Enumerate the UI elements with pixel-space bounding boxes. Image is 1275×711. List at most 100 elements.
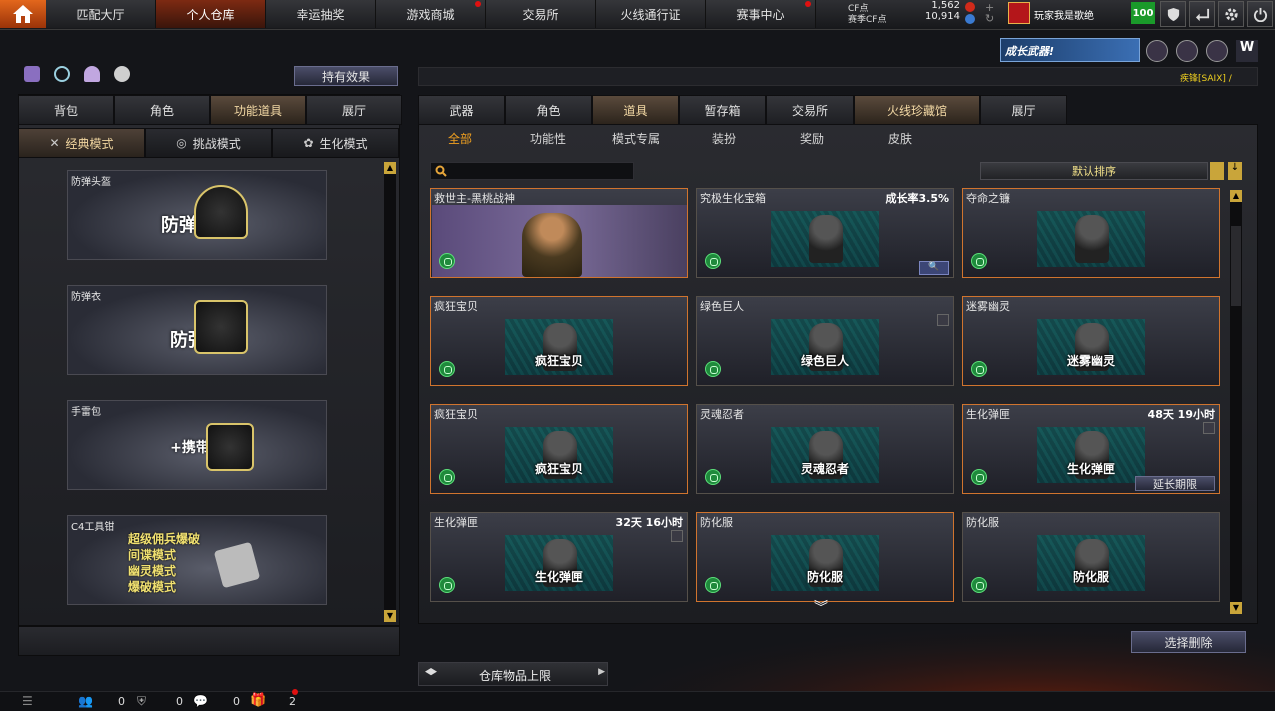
search-icon xyxy=(435,165,447,177)
inventory-item[interactable]: 夺命之镰 xyxy=(962,188,1220,278)
left-item-card[interactable]: 防弹头盔防弹头盔 xyxy=(67,170,327,260)
chat-icon[interactable]: 💬 xyxy=(193,694,208,708)
left-item-card[interactable]: 防弹衣防弹衣 xyxy=(67,285,327,375)
search-input[interactable] xyxy=(430,162,634,180)
left-tab-2[interactable]: 功能道具 xyxy=(210,95,306,125)
trash-icon[interactable] xyxy=(937,314,949,326)
menu-icon[interactable]: ☰ xyxy=(22,694,33,708)
zombie-mode-icon xyxy=(705,469,721,485)
mode-tab-0[interactable]: ✕ 经典模式 xyxy=(18,128,145,158)
trash-icon[interactable] xyxy=(1203,422,1215,434)
mode-line: 幽灵模式 xyxy=(128,564,177,578)
right-scrollbar[interactable]: ▲ ▼ xyxy=(1230,190,1242,614)
subtab-2[interactable]: 模式专属 xyxy=(601,130,671,147)
mode-tab-2[interactable]: ✿ 生化模式 xyxy=(272,128,399,158)
select-delete-button[interactable]: 选择删除 xyxy=(1131,631,1246,653)
subtab-0[interactable]: 全部 xyxy=(425,130,495,147)
mode-label: 经典模式 xyxy=(65,136,114,151)
grid-scroll-down[interactable]: ▼ xyxy=(1230,602,1242,614)
left-item-card[interactable]: 手雷包 +携带数 xyxy=(67,400,327,490)
event-icon[interactable] xyxy=(1146,40,1168,62)
list-view-icon[interactable] xyxy=(1210,162,1224,180)
nav-tab-5[interactable]: 火线通行证 xyxy=(596,0,706,28)
pet-icon[interactable] xyxy=(114,66,130,82)
zombie-mode-icon xyxy=(439,577,455,593)
scroll-down-arrow[interactable]: ▼ xyxy=(384,610,396,622)
power-button[interactable] xyxy=(1247,1,1273,27)
sort-dropdown[interactable]: 默认排序 xyxy=(980,162,1208,180)
right-tab-0[interactable]: 武器 xyxy=(418,95,505,125)
item-time: 48天 19小时 xyxy=(1147,408,1215,421)
left-item-card[interactable]: C4工具钳 超级佣兵爆破 间谍模式 幽灵模式 爆破模式 xyxy=(67,515,327,605)
inventory-item[interactable]: 生化弹匣 32天 16小时 生化弹匣 xyxy=(430,512,688,602)
left-scrollbar[interactable]: ▲ ▼ xyxy=(384,162,396,622)
growth-weapon-banner[interactable]: 成长武器! xyxy=(1000,38,1140,62)
nav-tab-2[interactable]: 幸运抽奖 xyxy=(266,0,376,28)
left-tab-3[interactable]: 展厅 xyxy=(306,95,402,125)
subtab-3[interactable]: 装扮 xyxy=(689,130,759,147)
nav-tab-6[interactable]: 赛事中心 xyxy=(706,0,816,28)
inventory-item[interactable]: 生化弹匣 48天 19小时 生化弹匣 延长期限 xyxy=(962,404,1220,494)
thumb-label: 生化弹匣 xyxy=(534,570,583,584)
refresh-icon[interactable]: ↻ xyxy=(985,12,994,25)
settings-button[interactable] xyxy=(1218,1,1244,27)
right-tab-5[interactable]: 火线珍藏馆 xyxy=(854,95,980,125)
grid-scroll-up[interactable]: ▲ xyxy=(1230,190,1242,202)
inventory-item[interactable]: 救世主-黑桃战神 xyxy=(430,188,688,278)
subtab-4[interactable]: 奖励 xyxy=(777,130,847,147)
inventory-item[interactable]: 灵魂忍者 灵魂忍者 xyxy=(696,404,954,494)
grid-scroll-thumb[interactable] xyxy=(1231,226,1241,306)
home-button[interactable] xyxy=(0,0,46,28)
zombie-mode-icon xyxy=(971,361,987,377)
gift-icon[interactable]: 🎁 xyxy=(250,693,266,708)
mode-line: 爆破模式 xyxy=(128,580,177,594)
nav-tab-3[interactable]: 游戏商城 xyxy=(376,0,486,28)
right-tab-2[interactable]: 道具 xyxy=(592,95,679,125)
item-figure xyxy=(1075,215,1109,263)
inventory-item[interactable]: 防化服 防化服 xyxy=(962,512,1220,602)
item-thumbnail: 迷雾幽灵 xyxy=(1037,319,1145,375)
back-button[interactable] xyxy=(1189,1,1215,27)
star-icon[interactable] xyxy=(1206,40,1228,62)
inventory-item[interactable]: 防化服 防化服 xyxy=(696,512,954,602)
clock-icon[interactable] xyxy=(54,66,70,82)
preview-search-icon[interactable]: 🔍 xyxy=(919,261,949,275)
left-tab-0[interactable]: 背包 xyxy=(18,95,114,125)
clan-icon[interactable]: ⛨ xyxy=(137,694,146,709)
right-tab-1[interactable]: 角色 xyxy=(505,95,592,125)
item-name: 生化弹匣 xyxy=(434,516,478,529)
item-name: 生化弹匣 xyxy=(966,408,1010,421)
character-icon[interactable] xyxy=(84,66,100,82)
item-thumbnail: 绿色巨人 xyxy=(771,319,879,375)
subtab-5[interactable]: 皮肤 xyxy=(865,130,935,147)
shield-button[interactable] xyxy=(1160,1,1186,27)
scroll-up-arrow[interactable]: ▲ xyxy=(384,162,396,174)
building-icon[interactable] xyxy=(24,66,40,82)
inventory-item[interactable]: 绿色巨人 绿色巨人 xyxy=(696,296,954,386)
right-tab-6[interactable]: 展厅 xyxy=(980,95,1067,125)
inventory-item[interactable]: 疯狂宝贝 疯狂宝贝 xyxy=(430,404,688,494)
subtab-1[interactable]: 功能性 xyxy=(513,130,583,147)
inventory-item[interactable]: 疯狂宝贝 疯狂宝贝 xyxy=(430,296,688,386)
capacity-dropdown[interactable]: 仓库物品上限 ▶ xyxy=(418,662,608,686)
mode-tab-1[interactable]: ◎ 挑战模式 xyxy=(145,128,272,158)
nav-tab-4[interactable]: 交易所 xyxy=(486,0,596,28)
effect-button[interactable]: 持有效果 xyxy=(294,66,398,86)
friends-icon[interactable]: 👥 xyxy=(78,694,93,708)
inventory-item[interactable]: 迷雾幽灵 迷雾幽灵 xyxy=(962,296,1220,386)
right-tab-4[interactable]: 交易所 xyxy=(766,95,854,125)
nav-tab-0[interactable]: 匹配大厅 xyxy=(46,0,156,28)
extend-button[interactable]: 延长期限 xyxy=(1135,476,1215,491)
more-chevron-icon[interactable]: ︾ xyxy=(814,597,828,617)
left-tab-1[interactable]: 角色 xyxy=(114,95,210,125)
sort-order-icon[interactable]: ↓ xyxy=(1228,162,1242,180)
nav-tab-1[interactable]: 个人仓库 xyxy=(156,0,266,28)
cf-points-value: 1,562 xyxy=(931,0,960,11)
right-tab-3[interactable]: 暂存箱 xyxy=(679,95,766,125)
inventory-item[interactable]: 究极生化宝箱 成长率3.5% 🔍 xyxy=(696,188,954,278)
trash-icon[interactable] xyxy=(671,530,683,542)
grenade-icon xyxy=(206,423,254,471)
target-icon[interactable] xyxy=(1176,40,1198,62)
w-logo-icon[interactable]: W xyxy=(1236,40,1258,62)
item-time: 32天 16小时 xyxy=(615,516,683,529)
